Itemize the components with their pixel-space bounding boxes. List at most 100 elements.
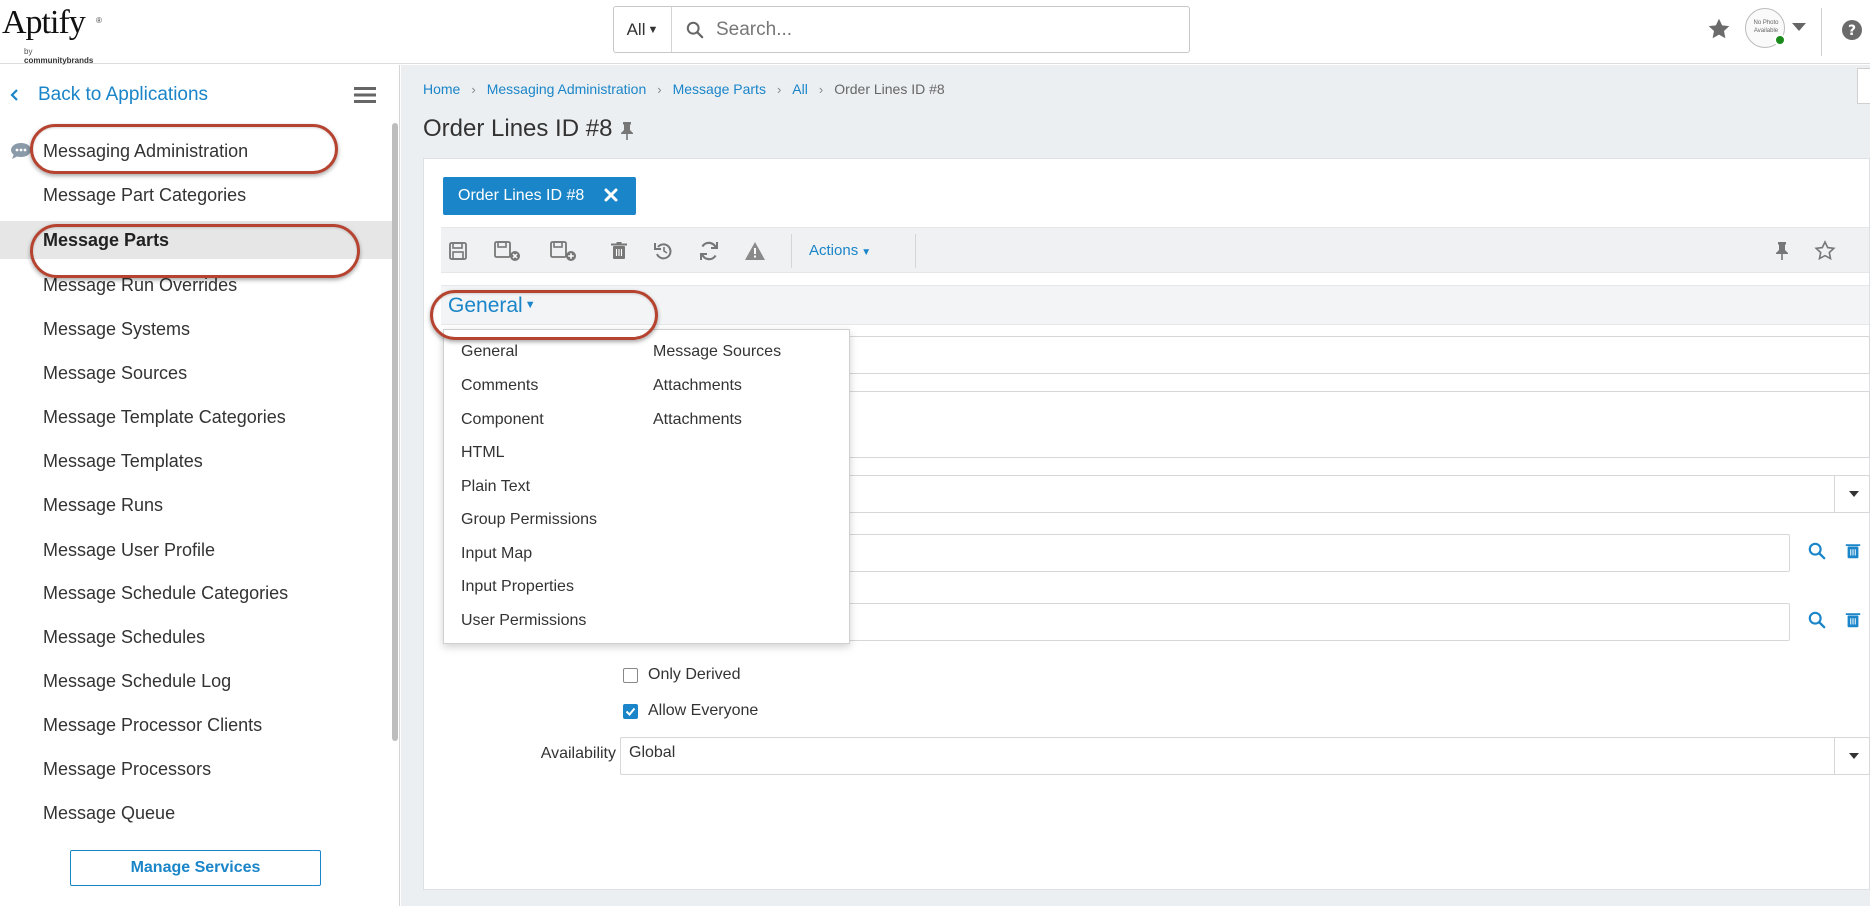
sidebar-item-message-schedule-categories[interactable]: Message Schedule Categories xyxy=(0,574,392,612)
sidebar-item-message-schedule-log[interactable]: Message Schedule Log xyxy=(0,662,392,700)
breadcrumb-messaging-administration[interactable]: Messaging Administration xyxy=(487,81,647,97)
allow-everyone-label: Allow Everyone xyxy=(648,702,759,719)
aptify-logo[interactable]: Aptify ® by communitybrands xyxy=(2,4,102,65)
search-icon[interactable] xyxy=(1808,611,1826,629)
chevron-right-icon: › xyxy=(471,81,476,97)
sidebar-item-message-parts[interactable]: Message Parts xyxy=(0,221,392,259)
caret-down-icon: ▼ xyxy=(524,299,536,311)
caret-down-icon xyxy=(1849,491,1859,497)
pin-icon[interactable] xyxy=(619,121,635,141)
favorites-star-icon[interactable] xyxy=(1706,16,1732,42)
sidebar-item-message-part-categories[interactable]: Message Part Categories xyxy=(0,176,392,214)
sidebar-item-message-runs[interactable]: Message Runs xyxy=(0,486,392,524)
chevron-right-icon: › xyxy=(818,81,824,97)
search-icon xyxy=(686,21,704,39)
sidebar: Back to Applications Messaging Administr… xyxy=(0,65,400,906)
pin-icon[interactable] xyxy=(1771,240,1793,262)
lookup-field-1[interactable] xyxy=(824,534,1790,572)
only-derived-label: Only Derived xyxy=(648,666,741,683)
save-close-icon[interactable] xyxy=(493,240,523,262)
section-dropdown-menu: General Comments Component HTML Plain Te… xyxy=(443,329,850,644)
page-title: Order Lines ID #8 xyxy=(423,115,613,142)
sidebar-item-message-templates[interactable]: Message Templates xyxy=(0,442,392,480)
availability-value: Global xyxy=(629,744,676,761)
sidebar-item-message-processor-clients[interactable]: Message Processor Clients xyxy=(0,706,392,744)
name-field[interactable] xyxy=(824,336,1870,374)
actions-dropdown-button[interactable]: Actions ▼ xyxy=(809,242,871,259)
save-new-icon[interactable] xyxy=(549,240,579,262)
sidebar-item-message-user-profile[interactable]: Message User Profile xyxy=(0,531,392,569)
menu-item-comments[interactable]: Comments xyxy=(461,377,538,395)
breadcrumb-home[interactable]: Home xyxy=(423,81,460,97)
checkmark-icon xyxy=(625,707,636,716)
close-icon[interactable] xyxy=(603,186,619,204)
sidebar-item-label: Message Schedule Categories xyxy=(43,582,289,603)
sidebar-item-message-template-categories[interactable]: Message Template Categories xyxy=(0,398,392,436)
select-divider xyxy=(1834,476,1835,512)
manage-services-button[interactable]: Manage Services xyxy=(70,850,321,886)
search-input[interactable] xyxy=(714,15,1174,45)
sidebar-item-label: Message Template Categories xyxy=(43,406,286,427)
favorite-star-icon[interactable] xyxy=(1814,240,1836,262)
menu-item-general[interactable]: General xyxy=(461,343,518,361)
sidebar-item-message-sources[interactable]: Message Sources xyxy=(0,354,392,392)
menu-item-input-properties[interactable]: Input Properties xyxy=(461,578,574,596)
sidebar-scrollbar[interactable] xyxy=(392,123,398,741)
menu-item-attachments[interactable]: Attachments xyxy=(653,377,742,395)
undo-icon[interactable] xyxy=(653,240,675,262)
description-field[interactable] xyxy=(824,391,1870,458)
sidebar-item-message-run-overrides[interactable]: Message Run Overrides xyxy=(0,266,392,304)
chevron-right-icon: › xyxy=(657,81,662,97)
delete-icon[interactable] xyxy=(608,240,630,262)
menu-item-component[interactable]: Component xyxy=(461,411,544,429)
menu-item-user-permissions[interactable]: User Permissions xyxy=(461,612,586,630)
global-search: All ▼ xyxy=(613,6,1190,53)
sidebar-item-label: Message Schedules xyxy=(43,626,206,647)
breadcrumb-all[interactable]: All xyxy=(792,81,808,97)
menu-item-html[interactable]: HTML xyxy=(461,444,505,462)
delete-icon[interactable] xyxy=(1844,611,1862,629)
availability-select[interactable]: Global xyxy=(620,737,1870,775)
menu-item-plain-text[interactable]: Plain Text xyxy=(461,478,530,496)
lookup-field-2[interactable] xyxy=(824,603,1790,641)
back-to-applications-link[interactable]: Back to Applications xyxy=(8,83,208,107)
only-derived-checkbox[interactable] xyxy=(623,668,638,683)
type-select[interactable] xyxy=(824,475,1870,513)
header-divider xyxy=(1821,8,1822,56)
menu-item-group-permissions[interactable]: Group Permissions xyxy=(461,511,597,529)
top-header: Aptify ® by communitybrands All▼ No Phot… xyxy=(0,0,1870,65)
caret-down-icon xyxy=(1849,753,1859,759)
caret-down-icon[interactable] xyxy=(1791,20,1807,34)
logo-subtitle: by communitybrands xyxy=(24,47,94,65)
breadcrumb-message-parts[interactable]: Message Parts xyxy=(673,81,766,97)
delete-icon[interactable] xyxy=(1844,542,1862,560)
sidebar-item-message-systems[interactable]: Message Systems xyxy=(0,310,392,348)
refresh-icon[interactable] xyxy=(698,240,720,262)
search-icon[interactable] xyxy=(1808,542,1826,560)
allow-everyone-checkbox[interactable] xyxy=(623,704,638,719)
sidebar-item-message-queue[interactable]: Message Queue xyxy=(0,794,392,832)
toolbar-divider xyxy=(791,234,792,268)
menu-item-message-sources[interactable]: Message Sources xyxy=(653,343,781,361)
breadcrumb-current: Order Lines ID #8 xyxy=(834,81,945,97)
availability-label: Availability xyxy=(540,745,616,762)
hamburger-menu-icon[interactable] xyxy=(354,85,376,105)
caret-down-icon: ▼ xyxy=(861,247,872,258)
record-tab-label: Order Lines ID #8 xyxy=(458,187,585,204)
sidebar-item-message-processors[interactable]: Message Processors xyxy=(0,750,392,788)
sidebar-item-messaging-administration[interactable]: Messaging Administration xyxy=(0,132,392,170)
help-icon[interactable]: ? xyxy=(1840,18,1864,42)
menu-item-attachments-2[interactable]: Attachments xyxy=(653,411,742,429)
save-icon[interactable] xyxy=(447,240,469,262)
sidebar-item-label: Message Schedule Log xyxy=(43,670,232,691)
chevron-right-icon: › xyxy=(776,81,782,97)
warning-icon[interactable] xyxy=(744,240,766,262)
search-scope-dropdown[interactable]: All ▼ xyxy=(614,7,672,52)
menu-item-input-map[interactable]: Input Map xyxy=(461,545,532,563)
breadcrumb: Home › Messaging Administration › Message … xyxy=(423,81,945,97)
section-selector-button[interactable]: General ▼ xyxy=(448,294,536,318)
sidebar-item-label: Message Processor Clients xyxy=(43,714,263,735)
sidebar-item-message-schedules[interactable]: Message Schedules xyxy=(0,618,392,656)
record-tab[interactable]: Order Lines ID #8 xyxy=(443,177,636,215)
side-panel-toggle[interactable] xyxy=(1857,68,1870,104)
